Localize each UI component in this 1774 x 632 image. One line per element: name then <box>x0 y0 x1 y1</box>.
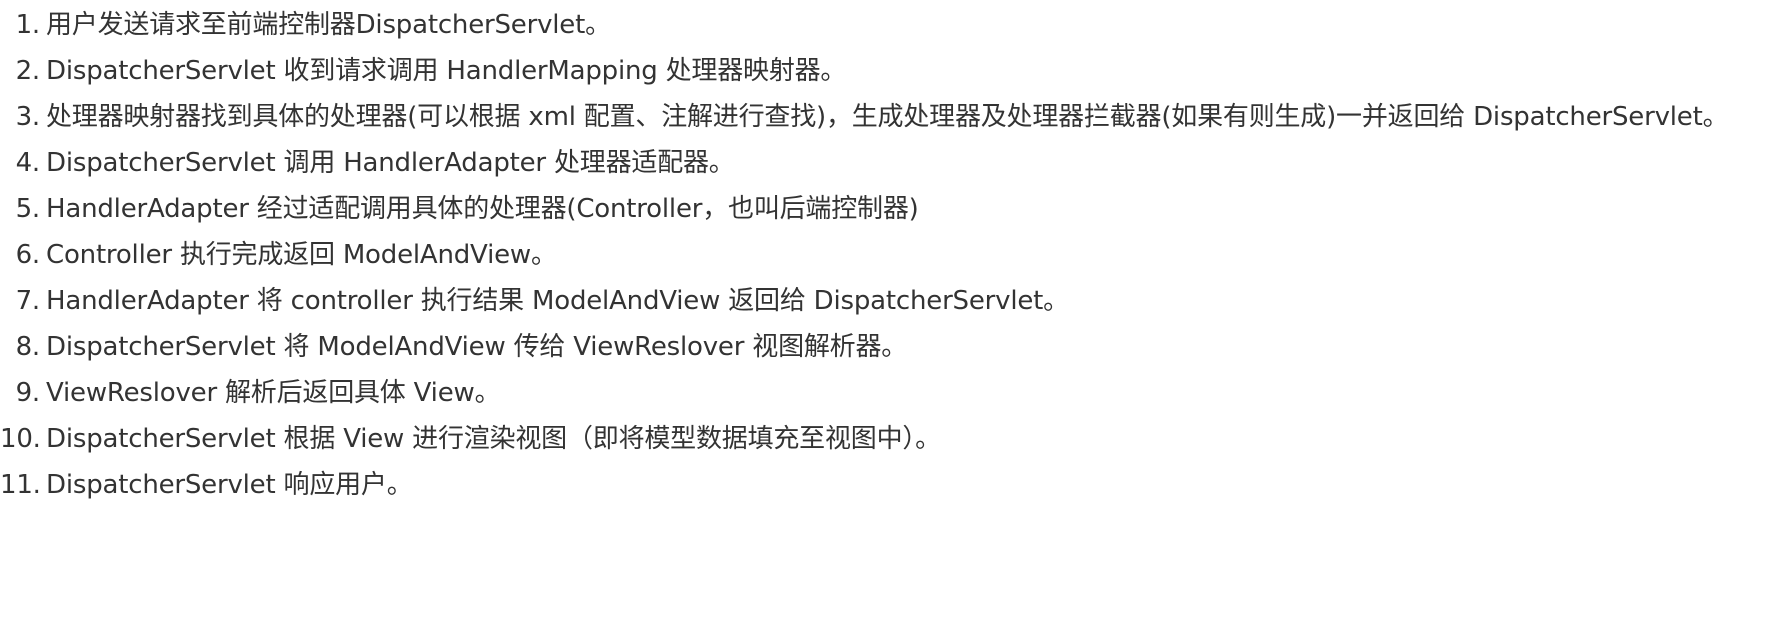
list-item-11: 11. DispatcherServlet 响应用户。 <box>0 462 1774 508</box>
list-item-number: 4. <box>15 148 41 178</box>
list-item-number: 3. <box>15 102 41 132</box>
list-item-number: 10. <box>0 424 41 454</box>
list-item-2: 2. DispatcherServlet 收到请求调用 HandlerMappi… <box>0 48 1774 94</box>
list-item-text: DispatcherServlet 根据 View 进行渲染视图（即将模型数据填… <box>46 424 941 454</box>
list-item-number: 6. <box>15 240 41 270</box>
list-item-text: ViewReslover 解析后返回具体 View。 <box>46 378 501 408</box>
list-item-8: 8. DispatcherServlet 将 ModelAndView 传给 V… <box>0 324 1774 370</box>
steps-list: 1. 用户发送请求至前端控制器DispatcherServlet。 2. Dis… <box>0 2 1774 508</box>
list-item-number: 5. <box>15 194 41 224</box>
list-item-text: Controller 执行完成返回 ModelAndView。 <box>46 240 557 270</box>
list-item-text: HandlerAdapter 将 controller 执行结果 ModelAn… <box>46 286 1069 316</box>
list-item-number: 11. <box>0 470 41 500</box>
list-item-text: HandlerAdapter 经过适配调用具体的处理器(Controller，也… <box>46 194 919 224</box>
list-item-text: DispatcherServlet 调用 HandlerAdapter 处理器适… <box>46 148 735 178</box>
list-item-number: 7. <box>15 286 41 316</box>
list-item-text: 处理器映射器找到具体的处理器(可以根据 xml 配置、注解进行查找)，生成处理器… <box>46 102 1729 132</box>
list-item-10: 10. DispatcherServlet 根据 View 进行渲染视图（即将模… <box>0 416 1774 462</box>
list-item-text: DispatcherServlet 响应用户。 <box>46 470 413 500</box>
list-item-text: DispatcherServlet 收到请求调用 HandlerMapping … <box>46 56 847 86</box>
list-item-6: 6. Controller 执行完成返回 ModelAndView。 <box>0 232 1774 278</box>
list-item-1: 1. 用户发送请求至前端控制器DispatcherServlet。 <box>0 2 1774 48</box>
list-item-number: 9. <box>15 378 41 408</box>
list-item-3: 3. 处理器映射器找到具体的处理器(可以根据 xml 配置、注解进行查找)，生成… <box>0 94 1774 140</box>
list-item-number: 1. <box>15 10 41 40</box>
list-item-number: 2. <box>15 56 41 86</box>
list-item-text: DispatcherServlet 将 ModelAndView 传给 View… <box>46 332 908 362</box>
list-item-7: 7. HandlerAdapter 将 controller 执行结果 Mode… <box>0 278 1774 324</box>
list-item-9: 9. ViewReslover 解析后返回具体 View。 <box>0 370 1774 416</box>
list-item-text: 用户发送请求至前端控制器DispatcherServlet。 <box>46 10 611 40</box>
list-item-number: 8. <box>15 332 41 362</box>
list-item-5: 5. HandlerAdapter 经过适配调用具体的处理器(Controlle… <box>0 186 1774 232</box>
list-item-4: 4. DispatcherServlet 调用 HandlerAdapter 处… <box>0 140 1774 186</box>
